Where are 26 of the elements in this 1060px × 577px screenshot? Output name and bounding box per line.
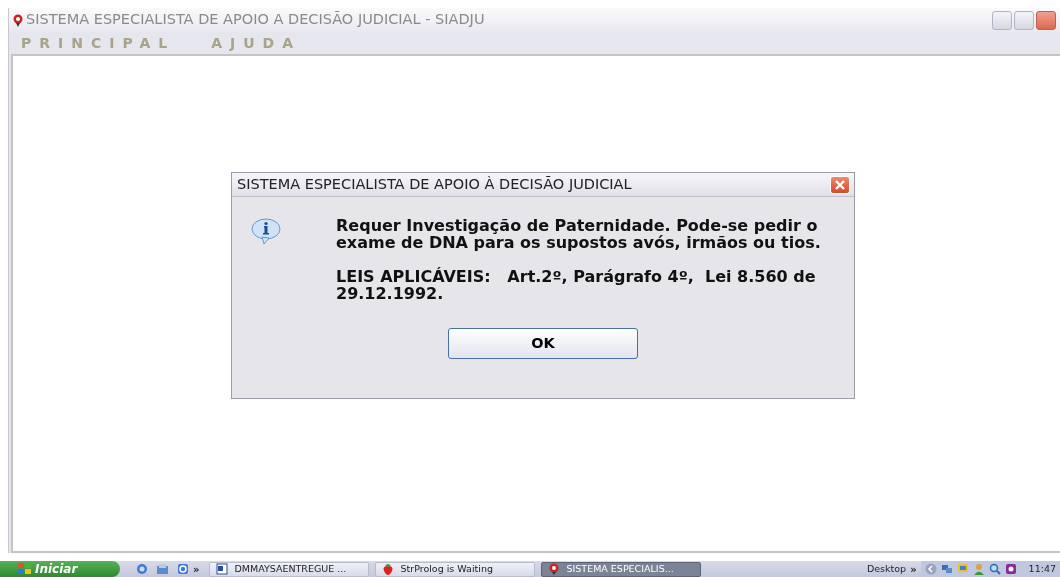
more-button[interactable]: » <box>193 561 200 577</box>
back-icon[interactable] <box>924 563 937 575</box>
maximize-button[interactable] <box>1014 10 1034 30</box>
strawberry-icon <box>382 563 395 575</box>
user-icon[interactable] <box>972 563 985 575</box>
taskbar-button[interactable]: SISTEMA ESPECIALIS... <box>541 561 702 577</box>
close-icon <box>834 178 846 191</box>
windows-logo-icon <box>18 563 31 575</box>
message-text: Requer Investigação de Paternidade. Pode-se pedir o exame de DNA para os supostos avós, irmãos ou tios. <box>336 217 822 251</box>
toolbar-label: Desktop <box>866 561 907 576</box>
network-icon[interactable] <box>940 563 953 575</box>
search-icon[interactable] <box>988 563 1001 575</box>
clock: 11:47 <box>1028 561 1056 576</box>
document-icon <box>216 563 229 575</box>
window-title: SISTEMA ESPECIALISTA DE APOIO A DECISÃO JUDICIAL - SIADJU <box>26 10 485 30</box>
dialog-title: SISTEMA ESPECIALISTA DE APOIO À DECISÃO JUDICIAL <box>237 174 632 194</box>
taskbar-button[interactable]: StrProlog is Waiting <box>375 561 536 577</box>
monitor-icon[interactable] <box>956 563 969 575</box>
close-button[interactable] <box>1036 10 1056 30</box>
minimize-button[interactable] <box>992 10 1012 30</box>
more-button[interactable]: » <box>910 561 917 577</box>
laws-text: LEIS APLICÁVEIS: Art.2º, Parágrafo 4º, Lei 8.560 de 29.12.1992. <box>336 268 817 302</box>
ok-button[interactable]: OK <box>448 328 638 359</box>
taskbar-button[interactable]: DMMAYSAENTREGUE ... <box>209 561 370 577</box>
folder-icon[interactable] <box>156 563 169 575</box>
info-icon <box>250 217 282 245</box>
